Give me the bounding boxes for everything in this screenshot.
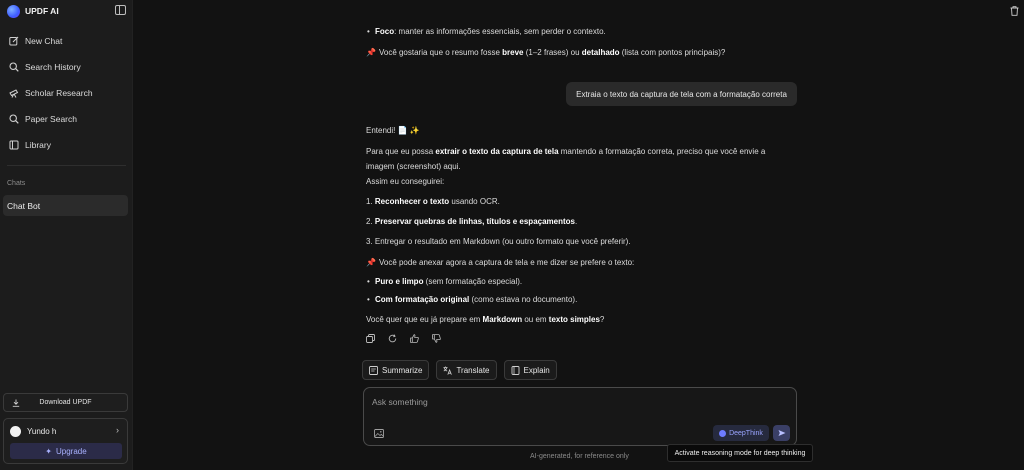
deepthink-toggle[interactable]: DeepThink: [713, 425, 769, 441]
updf-logo-icon: [7, 4, 20, 18]
explain-button[interactable]: Explain: [503, 360, 557, 380]
user-card[interactable]: Yundo h › ✦ Upgrade: [3, 418, 128, 464]
user-name: Yundo h: [27, 427, 57, 436]
upgrade-label: Upgrade: [56, 446, 87, 456]
sidebar-item-paper-search[interactable]: Paper Search: [0, 106, 133, 132]
download-label: Download UPDF: [39, 399, 92, 406]
copy-icon[interactable]: [366, 334, 375, 343]
download-icon: [12, 399, 20, 407]
reply-list-item: 1. Reconhecer o texto usando OCR.: [366, 197, 500, 206]
upgrade-button[interactable]: ✦ Upgrade: [10, 443, 122, 459]
sparkle-icon: ✦: [45, 446, 52, 456]
download-updf-button[interactable]: Download UPDF: [3, 393, 128, 412]
summarize-button[interactable]: Summarize: [362, 360, 430, 380]
regenerate-icon[interactable]: [388, 334, 397, 343]
user-message-bubble: Extraia o texto da captura de tela com a…: [566, 82, 797, 106]
reply-paragraph: Para que eu possa extrair o texto da cap…: [366, 147, 766, 156]
edit-icon: [9, 36, 19, 46]
sidebar-item-label: Library: [25, 140, 51, 150]
explain-label: Explain: [523, 365, 550, 375]
sidebar-divider: [7, 165, 126, 166]
composer: DeepThink: [363, 387, 797, 446]
sidebar-item-search-history[interactable]: Search History: [0, 54, 133, 80]
deepthink-tooltip: Activate reasoning mode for deep thinkin…: [667, 444, 813, 462]
chevron-right-icon[interactable]: ›: [116, 425, 119, 435]
brand[interactable]: UPDF AI: [7, 4, 59, 18]
sidebar-item-label: Paper Search: [25, 114, 77, 124]
message-bullet: Foco: manter as informações essenciais, …: [367, 26, 606, 37]
deepthink-icon: [719, 429, 727, 437]
sidebar-item-new-chat[interactable]: New Chat: [0, 28, 133, 54]
reply-paragraph: Você quer que eu já prepare em Markdown …: [366, 315, 605, 324]
message-paragraph: 📌 Você gostaria que o resumo fosse breve …: [366, 48, 726, 57]
search-icon: [9, 114, 19, 124]
reply-bullet: Puro e limpo (sem formatação especial).: [367, 276, 522, 287]
library-icon: [9, 140, 19, 150]
reply-bullet: Com formatação original (como estava no …: [367, 294, 577, 305]
sidebar-collapse-icon[interactable]: [115, 5, 126, 15]
quick-actions: Summarize Translate Explain: [362, 360, 557, 380]
pin-icon: 📌: [366, 258, 376, 267]
reply-paragraph-cont: imagem (screenshot) aqui.: [366, 162, 461, 171]
thumbs-up-icon[interactable]: [410, 334, 419, 343]
translate-label: Translate: [456, 365, 490, 375]
sidebar: UPDF AI New Chat Search History Scholar …: [0, 0, 133, 470]
message-actions: [366, 334, 441, 343]
send-icon: [778, 430, 785, 436]
chat-item-active[interactable]: Chat Bot: [3, 195, 128, 216]
summarize-icon: [369, 365, 378, 375]
ai-disclaimer: AI-generated, for reference only: [530, 453, 629, 460]
send-button[interactable]: [773, 425, 790, 441]
translate-icon: [443, 366, 453, 375]
sidebar-item-label: Search History: [25, 62, 81, 72]
avatar: [10, 426, 21, 437]
deepthink-label: DeepThink: [729, 429, 763, 437]
sidebar-item-label: Scholar Research: [25, 88, 93, 98]
chats-section-label: Chats: [7, 180, 26, 187]
brand-name: UPDF AI: [25, 6, 59, 16]
image-upload-icon[interactable]: [374, 429, 384, 438]
thumbs-down-icon[interactable]: [432, 334, 441, 343]
ask-input[interactable]: [372, 397, 752, 407]
reply-paragraph: 📌 Você pode anexar agora a captura de tel…: [366, 258, 635, 267]
telescope-icon: [9, 88, 19, 98]
sidebar-item-label: New Chat: [25, 36, 63, 46]
pin-icon: 📌: [366, 48, 376, 57]
search-icon: [9, 62, 19, 72]
reply-list-item: 3. Entregar o resultado em Markdown (ou …: [366, 237, 631, 246]
translate-button[interactable]: Translate: [436, 360, 497, 380]
reply-paragraph: Assim eu conseguirei:: [366, 177, 445, 186]
sidebar-nav: New Chat Search History Scholar Research…: [0, 28, 133, 158]
sidebar-item-library[interactable]: Library: [0, 132, 133, 158]
sidebar-item-scholar-research[interactable]: Scholar Research: [0, 80, 133, 106]
reply-list-item: 2. Preservar quebras de linhas, títulos …: [366, 217, 578, 226]
summarize-label: Summarize: [382, 365, 423, 375]
reply-greeting: Entendi! 📄 ✨: [366, 126, 420, 135]
trash-icon[interactable]: [1010, 6, 1019, 16]
book-icon: [511, 365, 519, 375]
